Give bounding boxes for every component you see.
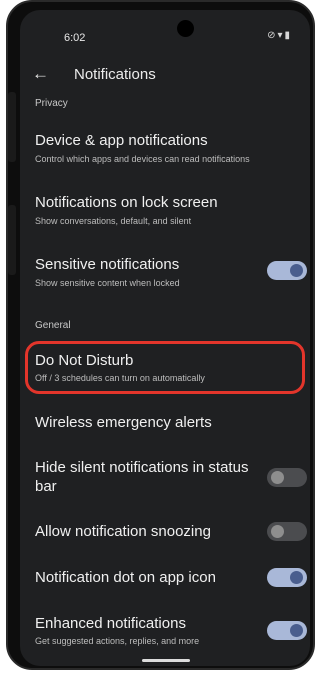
toggle-knob [290, 624, 303, 637]
app-bar: ← Notifications [20, 62, 310, 92]
item-title: Device & app notifications [35, 132, 208, 149]
phone-screen: 6:02 ⊘▾▮ ← Notifications Privacy Device … [20, 10, 310, 666]
camera-cutout [177, 20, 194, 37]
toggle-knob [271, 525, 284, 538]
item-title: Sensitive notifications [35, 256, 180, 273]
volume-button [8, 92, 16, 162]
highlight-box [25, 341, 305, 394]
lock-screen-notifications-item[interactable]: Notifications on lock screen Show conver… [20, 190, 310, 240]
item-subtitle: Control which apps and devices can read … [35, 154, 250, 164]
notification-dot-item[interactable]: Notification dot on app icon [20, 566, 310, 596]
section-header-privacy: Privacy [35, 98, 68, 109]
enhanced-notifications-item[interactable]: Enhanced notifications Get suggested act… [20, 612, 310, 656]
dnd-off-icon: ⊘ [267, 30, 278, 41]
item-subtitle: Get suggested actions, replies, and more [35, 636, 200, 646]
enhanced-notifications-toggle[interactable] [267, 621, 307, 640]
sensitive-notifications-toggle[interactable] [267, 261, 307, 280]
status-time: 6:02 [64, 32, 86, 44]
item-title: Hide silent notifications in status bar [35, 459, 249, 495]
wireless-emergency-alerts-item[interactable]: Wireless emergency alerts [20, 410, 310, 440]
hide-silent-notifications-item[interactable]: Hide silent notifications in status bar [20, 456, 310, 500]
page-title: Notifications [74, 66, 156, 83]
item-title: Wireless emergency alerts [35, 414, 212, 431]
device-app-notifications-item[interactable]: Device & app notifications Control which… [20, 128, 310, 178]
power-button [8, 205, 16, 275]
hide-silent-notifications-toggle[interactable] [267, 468, 307, 487]
item-title: Allow notification snoozing [35, 523, 211, 540]
toggle-knob [290, 264, 303, 277]
item-title: Enhanced notifications [35, 615, 186, 632]
status-icons: ⊘▾▮ [267, 30, 292, 41]
item-title: Notifications on lock screen [35, 194, 218, 211]
section-header-general: General [35, 320, 71, 331]
home-indicator[interactable] [142, 659, 190, 662]
arrow-left-icon[interactable]: ← [32, 64, 49, 84]
notification-dot-toggle[interactable] [267, 568, 307, 587]
toggle-knob [290, 571, 303, 584]
battery-icon: ▮ [284, 30, 292, 41]
toggle-knob [271, 471, 284, 484]
notification-snoozing-toggle[interactable] [267, 522, 307, 541]
sensitive-notifications-item[interactable]: Sensitive notifications Show sensitive c… [20, 252, 310, 302]
item-subtitle: Show conversations, default, and silent [35, 216, 192, 226]
notification-snoozing-item[interactable]: Allow notification snoozing [20, 520, 310, 550]
item-title: Notification dot on app icon [35, 569, 216, 586]
item-subtitle: Show sensitive content when locked [35, 278, 180, 288]
